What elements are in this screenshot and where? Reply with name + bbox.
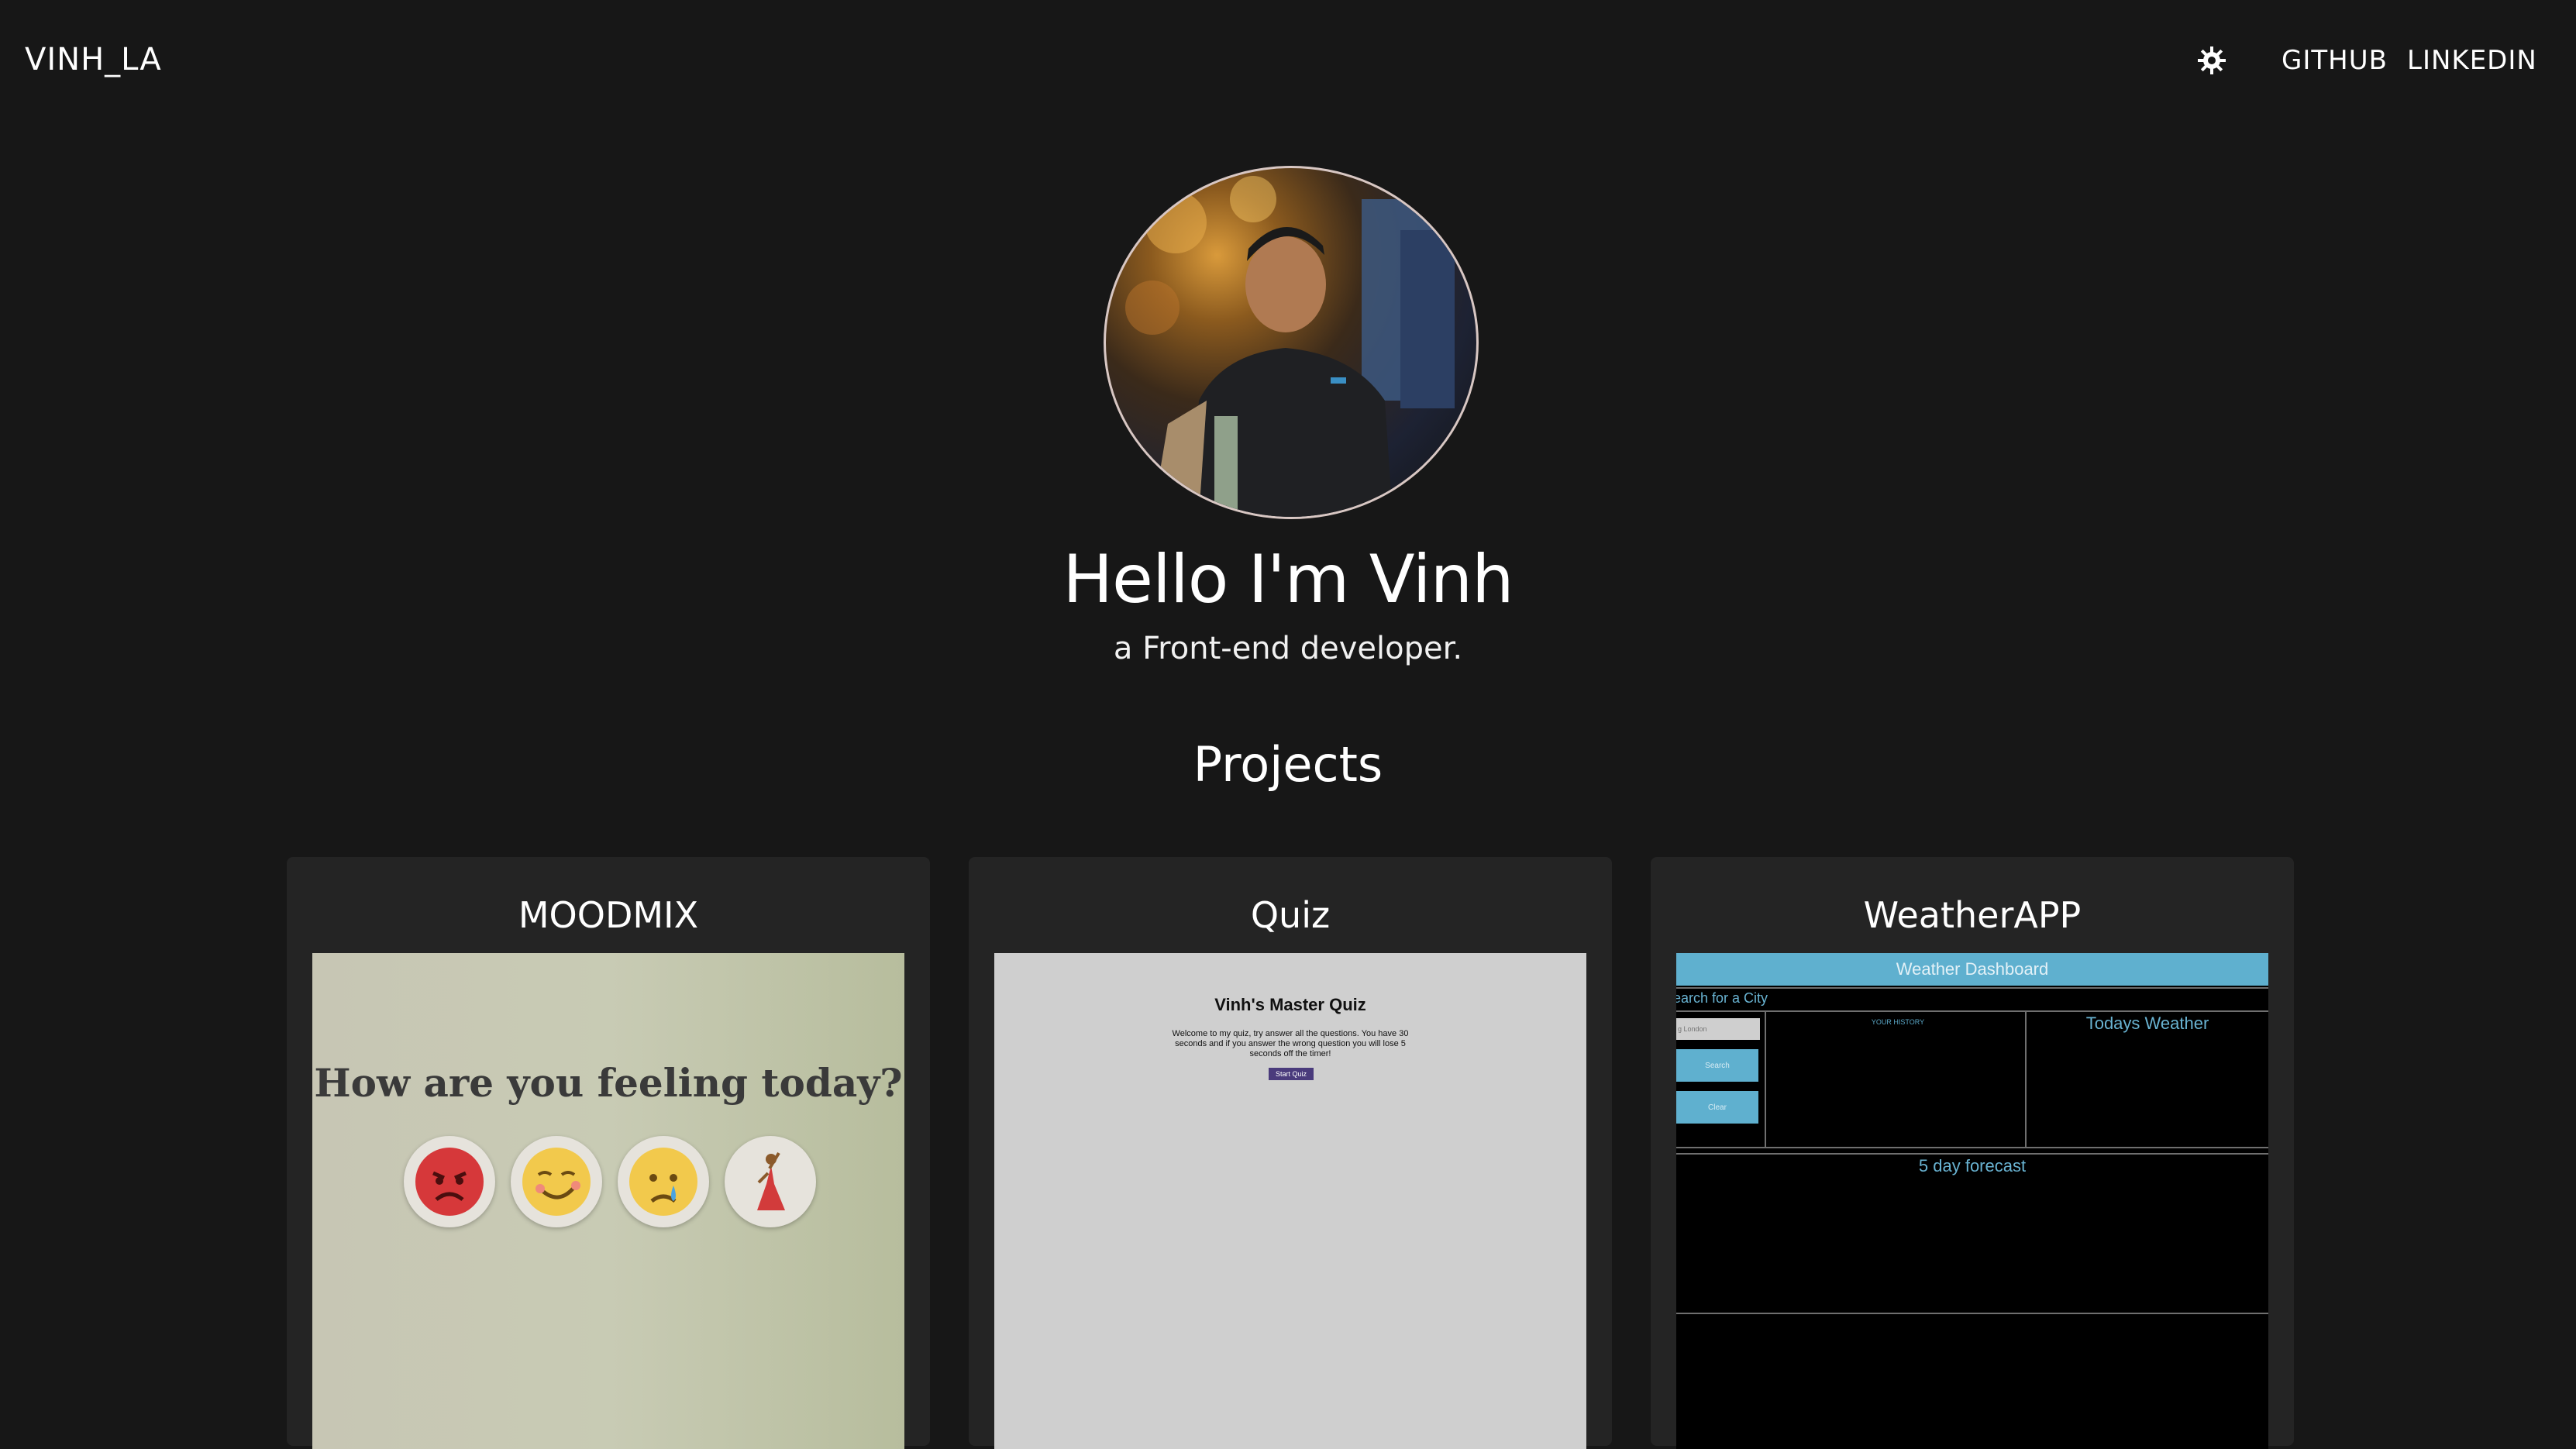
project-title: MOODMIX [518, 894, 699, 936]
divider [1676, 1147, 2268, 1148]
project-card-moodmix[interactable]: MOODMIX How are you feeling today? [287, 857, 930, 1449]
hero-title: Hello I'm Vinh [1062, 541, 1514, 618]
weather-header: Weather Dashboard [1676, 953, 2268, 986]
hero-subtitle: a Front-end developer. [1113, 631, 1463, 666]
dancer-icon [725, 1136, 816, 1227]
navbar: VINH_LA GITHUB LINKEDIN [0, 0, 2576, 124]
divider [1676, 1153, 2268, 1155]
project-card-weather[interactable]: WeatherAPP Weather Dashboard earch for a… [1651, 857, 2294, 1449]
mood-question: How are you feeling today? [314, 1060, 903, 1106]
project-preview-image[interactable]: Vinh's Master Quiz Welcome to my quiz, t… [994, 953, 1586, 1449]
todays-weather-label: Todays Weather [2085, 1014, 2209, 1033]
linkedin-link[interactable]: LINKEDIN [2407, 45, 2537, 76]
projects-heading: Projects [1193, 736, 1383, 793]
clear-button[interactable]: Clear [1676, 1091, 1758, 1124]
profile-avatar [1104, 166, 1479, 519]
project-preview-image[interactable]: How are you feeling today? [312, 953, 904, 1449]
brand-logo[interactable]: VINH_LA [25, 42, 162, 77]
crying-face-icon [618, 1136, 709, 1227]
search-label: earch for a City [1676, 990, 1768, 1006]
divider [1676, 987, 2268, 989]
history-label: YOUR HISTORY [1871, 1018, 1925, 1026]
project-title: WeatherAPP [1863, 894, 2082, 936]
quiz-heading: Vinh's Master Quiz [1214, 995, 1366, 1014]
quiz-description: Welcome to my quiz, try answer all the q… [1172, 1029, 1409, 1058]
project-card-quiz[interactable]: Quiz Vinh's Master Quiz Welcome to my qu… [969, 857, 1612, 1449]
forecast-label: 5 day forecast [1918, 1156, 2027, 1175]
theme-toggle-icon[interactable] [2196, 45, 2227, 76]
project-title: Quiz [1250, 894, 1331, 936]
project-preview-image[interactable]: Weather Dashboard earch for a City Searc… [1676, 953, 2268, 1449]
divider [1676, 1313, 2268, 1314]
angry-face-icon [404, 1136, 495, 1227]
start-quiz-button[interactable]: Start Quiz [1269, 1068, 1314, 1080]
github-link[interactable]: GITHUB [2282, 45, 2388, 76]
search-button[interactable]: Search [1676, 1049, 1758, 1082]
divider [1765, 1012, 1766, 1148]
city-search-input[interactable] [1676, 1018, 1760, 1040]
smiling-face-icon [511, 1136, 602, 1227]
